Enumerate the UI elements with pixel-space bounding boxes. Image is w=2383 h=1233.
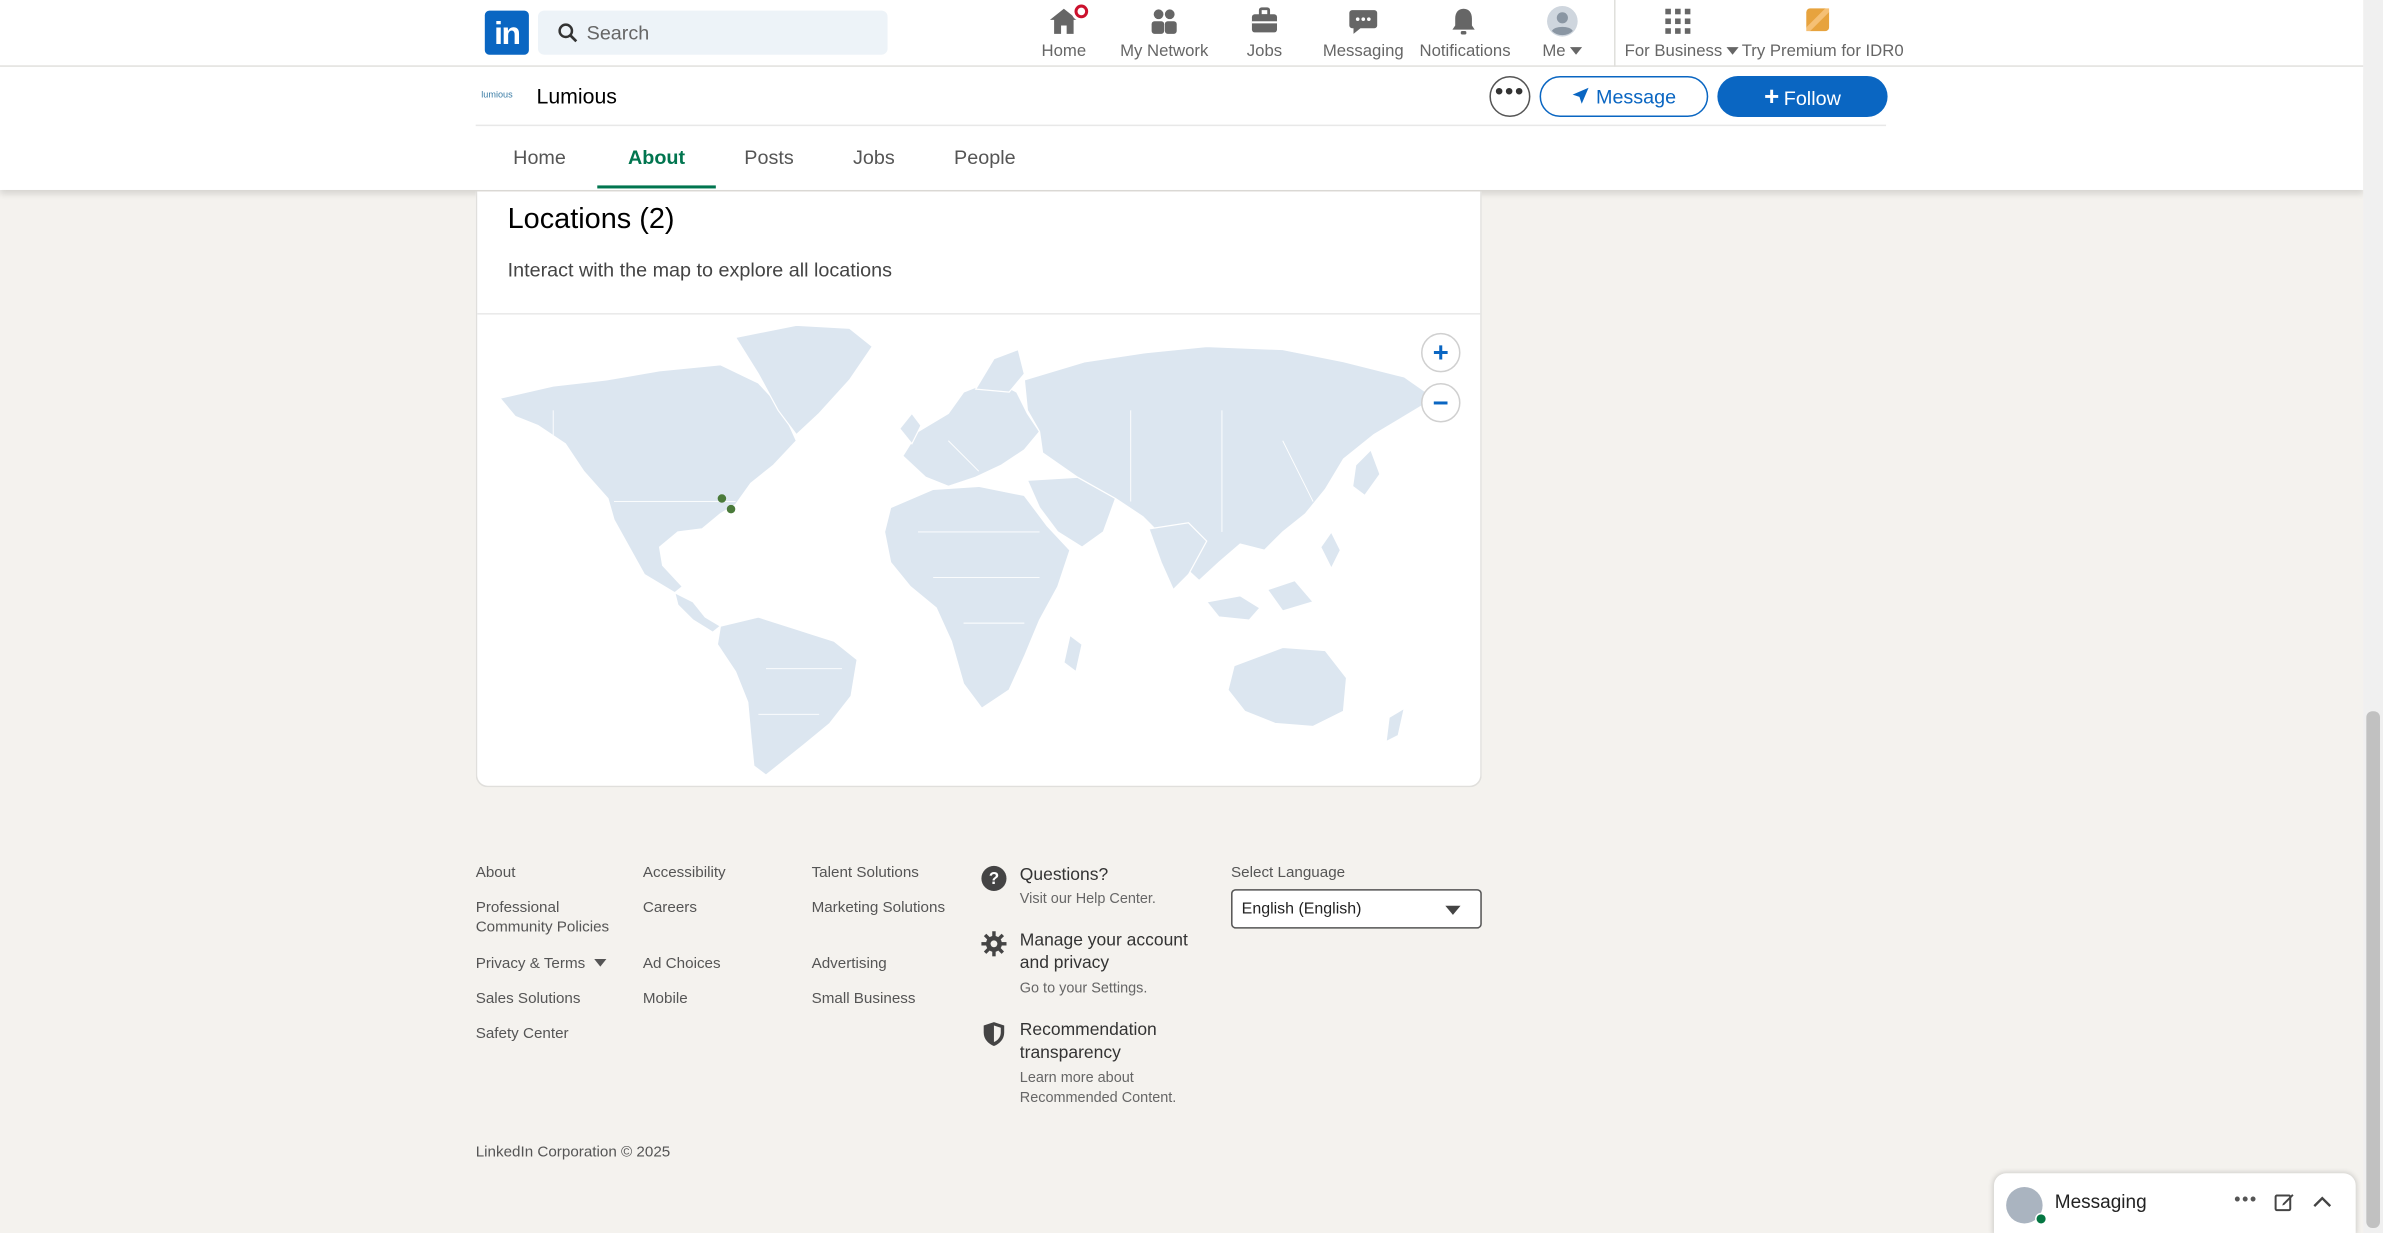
messaging-title: Messaging — [2054, 1191, 2147, 1213]
more-options-button[interactable]: ••• — [1489, 75, 1531, 118]
message-button[interactable]: Message — [1539, 75, 1709, 118]
nav-messaging-label: Messaging — [1322, 42, 1404, 61]
grid-icon — [1661, 5, 1694, 41]
nav-for-business[interactable]: For Business — [1625, 5, 1739, 66]
card-divider — [477, 313, 1481, 315]
footer-link[interactable]: About — [476, 863, 516, 883]
chevron-down-icon — [1726, 47, 1739, 55]
send-icon — [1572, 87, 1589, 104]
chat-icon — [1347, 5, 1380, 41]
online-status-dot — [2035, 1212, 2048, 1225]
help-manage-desc: Go to your Settings. — [1019, 980, 1148, 997]
nav-notifications-label: Notifications — [1419, 42, 1511, 61]
question-icon: ? — [981, 865, 1007, 891]
follow-button-label: Follow — [1783, 86, 1841, 110]
zoom-in-button[interactable]: + — [1421, 332, 1461, 373]
linkedin-logo[interactable]: in — [484, 10, 529, 55]
nav-for-business-label: For Business — [1625, 41, 1739, 62]
help-questions-desc: Visit our Help Center. — [1019, 890, 1156, 908]
chevron-up-icon[interactable] — [2312, 1193, 2333, 1211]
nav-notifications[interactable]: Notifications — [1419, 5, 1511, 66]
footer-link[interactable]: Mobile — [643, 989, 688, 1009]
search-input[interactable] — [586, 10, 876, 55]
notification-badge — [1071, 1, 1092, 22]
location-pin[interactable] — [726, 504, 736, 514]
plus-icon: + — [1764, 82, 1780, 111]
company-header: lumious Lumious ••• Message + Follow Home… — [0, 66, 2364, 190]
footer-link-privacy[interactable]: Privacy & Terms — [476, 954, 607, 974]
zoom-out-button[interactable]: − — [1421, 382, 1461, 423]
search-box[interactable] — [538, 10, 888, 55]
global-nav: in Home My Network Jobs — [0, 0, 2364, 67]
footer-link[interactable]: Sales Solutions — [476, 989, 581, 1009]
nav-try-premium[interactable]: Try Premium for IDR0 — [1741, 5, 1904, 66]
help-recommendation-title: Recommendation transparency — [1019, 1021, 1157, 1063]
copyright: LinkedIn Corporation © 2025 — [475, 1144, 671, 1162]
tab-about[interactable]: About — [597, 128, 716, 189]
ellipsis-icon: ••• — [1494, 79, 1525, 105]
language-select[interactable]: English (English) — [1231, 889, 1482, 929]
footer-link[interactable]: Safety Center — [476, 1024, 569, 1044]
nav-me-label: Me — [1538, 41, 1587, 62]
people-icon — [1147, 5, 1180, 41]
search-icon — [558, 23, 578, 43]
footer-link[interactable]: Small Business — [812, 989, 916, 1009]
shield-icon — [983, 1022, 1005, 1047]
nav-home-label: Home — [1041, 42, 1087, 61]
tab-home[interactable]: Home — [503, 128, 576, 189]
home-icon — [1047, 1, 1092, 41]
gear-icon — [981, 931, 1007, 957]
company-name: Lumious — [536, 83, 617, 108]
nav-me[interactable]: Me — [1538, 5, 1587, 66]
footer-link[interactable]: Professional Community Policies — [476, 898, 620, 938]
footer-link[interactable]: Ad Choices — [643, 954, 721, 974]
avatar — [1546, 5, 1579, 41]
message-button-label: Message — [1595, 85, 1677, 108]
nav-messaging[interactable]: Messaging — [1322, 5, 1404, 66]
nav-jobs-label: Jobs — [1246, 42, 1283, 61]
help-recommendation-desc: Learn more about Recommended Content. — [1019, 1069, 1177, 1107]
language-label: Select Language — [1231, 864, 1346, 882]
messaging-overlay[interactable]: Messaging ••• — [1993, 1173, 2356, 1233]
nav-try-premium-label: Try Premium for IDR0 — [1741, 42, 1904, 61]
location-pin[interactable] — [717, 494, 727, 503]
footer-link[interactable]: Advertising — [812, 954, 887, 974]
nav-jobs[interactable]: Jobs — [1239, 5, 1291, 66]
language-value: English (English) — [1241, 899, 1362, 918]
locations-title: Locations (2) — [507, 203, 675, 236]
briefcase-icon — [1248, 5, 1281, 41]
svg-text:?: ? — [989, 869, 999, 888]
scrollbar-thumb[interactable] — [2366, 711, 2381, 1228]
footer-link[interactable]: Accessibility — [643, 863, 726, 883]
header-divider — [475, 124, 1887, 127]
help-questions-title: Questions? — [1019, 866, 1109, 885]
footer-link[interactable]: Talent Solutions — [812, 863, 919, 883]
help-manage-title: Manage your account and privacy — [1019, 931, 1188, 973]
follow-button[interactable]: + Follow — [1717, 75, 1888, 118]
tab-people[interactable]: People — [945, 128, 1024, 189]
compose-icon[interactable] — [2274, 1192, 2295, 1213]
nav-divider — [1614, 0, 1616, 67]
locations-card: Locations (2) Interact with the map to e… — [475, 191, 1482, 788]
bell-icon — [1447, 5, 1480, 41]
nav-home[interactable]: Home — [1040, 1, 1092, 66]
tab-posts[interactable]: Posts — [737, 128, 801, 189]
premium-icon — [1801, 5, 1834, 41]
tab-jobs[interactable]: Jobs — [845, 128, 903, 189]
footer-link[interactable]: Marketing Solutions — [812, 898, 945, 918]
page-scrollbar[interactable] — [2363, 0, 2383, 1233]
nav-my-network[interactable]: My Network — [1120, 5, 1208, 66]
world-map[interactable] — [492, 319, 1449, 778]
footer-link[interactable]: Careers — [643, 898, 697, 918]
company-logo[interactable]: lumious — [476, 85, 519, 106]
nav-my-network-label: My Network — [1120, 42, 1209, 61]
chevron-down-icon — [1445, 905, 1461, 915]
locations-subtitle: Interact with the map to explore all loc… — [507, 258, 893, 282]
map-land — [498, 324, 1436, 776]
chevron-down-icon — [1570, 47, 1583, 55]
ellipsis-icon[interactable]: ••• — [2234, 1188, 2258, 1209]
chevron-down-icon — [594, 958, 607, 967]
